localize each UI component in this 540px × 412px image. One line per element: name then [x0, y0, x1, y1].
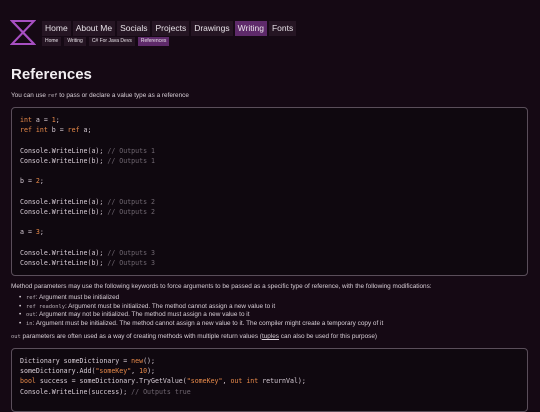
method-params-paragraph: Method parameters may use the following … [11, 283, 432, 290]
code-line: Console.WriteLine(a); // Outputs 1 [20, 146, 155, 155]
code-line: Console.WriteLine(success); // Outputs t… [20, 387, 191, 396]
breadcrumb: Home Writing C# For Java Devs References [42, 37, 170, 46]
code-line: Dictionary someDictionary = new(); [20, 357, 155, 365]
code-line: someDictionary.Add("someKey", 10); [20, 367, 156, 376]
breadcrumb-item[interactable]: Home [42, 37, 62, 46]
code-line: b = 2; [20, 177, 44, 186]
nav-item-writing[interactable]: Writing [234, 21, 267, 36]
code-line: a = 3; [20, 228, 44, 237]
code-line: int a = 1; [20, 116, 60, 124]
code-line: Console.WriteLine(b); // Outputs 1 [20, 156, 155, 165]
out-params-paragraph: out parameters are often used as a way o… [11, 333, 378, 340]
modifier-list: ref: Argument must be initializedref rea… [19, 294, 383, 328]
tuples-link[interactable]: tuples [262, 333, 279, 340]
nav-item-socials[interactable]: Socials [117, 21, 151, 36]
breadcrumb-item[interactable]: References [137, 37, 170, 46]
code-block-ref-example: int a = 1; ref int b = ref a; Console.Writ… [11, 107, 528, 276]
page-title: References [11, 66, 92, 83]
code-line: bool success = someDictionary.TryGetValu… [20, 377, 306, 386]
code-line: Console.WriteLine(b); // Outputs 3 [20, 258, 155, 267]
code-line: Console.WriteLine(b); // Outputs 2 [20, 207, 155, 216]
nav-item-home[interactable]: Home [42, 21, 71, 36]
code-line: Console.WriteLine(a); // Outputs 2 [20, 197, 155, 206]
code-block-out-example: Dictionary someDictionary = new(); someDi… [11, 348, 528, 412]
nav-item-fonts[interactable]: Fonts [268, 21, 297, 36]
modifier-item: ref readonly: Argument must be initializ… [19, 303, 383, 312]
intro-paragraph: You can use ref to pass or declare a val… [11, 92, 189, 99]
modifier-item: in: Argument must be initialized. The me… [19, 320, 383, 329]
breadcrumb-item[interactable]: C# For Java Devs [88, 37, 135, 46]
nav-item-drawings[interactable]: Drawings [191, 21, 233, 36]
modifier-item: out: Argument may not be initialized. Th… [19, 311, 383, 320]
code-line: Console.WriteLine(a); // Outputs 3 [20, 248, 155, 257]
nav-item-about-me[interactable]: About Me [72, 21, 116, 36]
nav-item-projects[interactable]: Projects [152, 21, 190, 36]
modifier-item: ref: Argument must be initialized [19, 294, 383, 303]
hourglass-logo-icon[interactable] [10, 19, 36, 46]
main-nav: Home About Me Socials Projects Drawings Writi… [42, 21, 297, 36]
breadcrumb-item[interactable]: Writing [64, 37, 86, 46]
code-line: ref int b = ref a; [20, 126, 92, 135]
